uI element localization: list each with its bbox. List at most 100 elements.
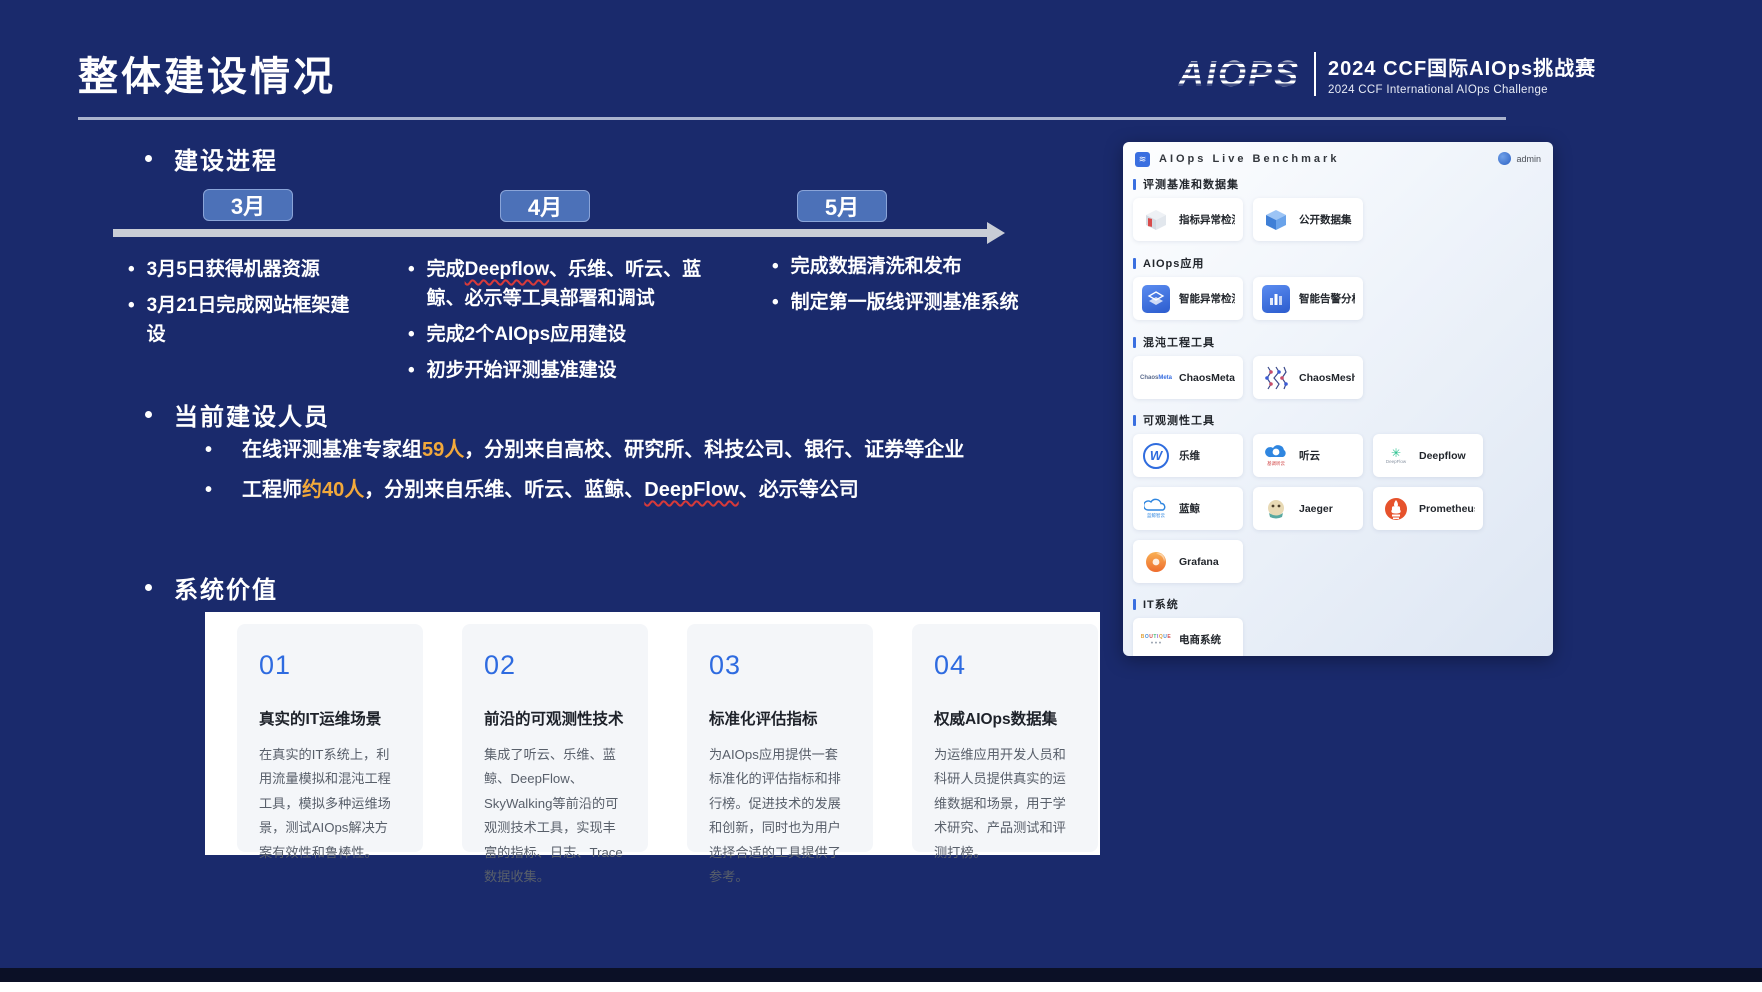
aiops-brand-logo: AIOPS — [1178, 53, 1300, 95]
benchmark-section: 可观测性工具 W 乐维 基调听云 听云 ✳DeepFlow Deepflow 蓝… — [1133, 412, 1543, 583]
text-segment: ，分别来自乐维、听云、蓝鲸、 — [364, 479, 644, 501]
benchmark-card-metric-benchmark[interactable]: 指标异常检测评... — [1133, 198, 1243, 241]
alert-analysis-icon — [1262, 285, 1290, 313]
section-accent-bar — [1133, 258, 1136, 269]
benchmark-card-label: Deepflow — [1419, 450, 1466, 462]
slide-background: 整体建设情况 AIOPS 2024 CCF国际AIOps挑战赛 2024 CCF… — [0, 0, 1762, 968]
section-heading-value: 系统价值 — [145, 570, 278, 605]
benchmark-card-label: 蓝鲸 — [1179, 501, 1200, 516]
text-segment: Deepflow — [465, 259, 549, 280]
benchmark-section: 评测基准和数据集 指标异常检测评... 公开数据集 — [1133, 176, 1543, 241]
value-card: 04 权威AIOps数据集 为运维应用开发人员和科研人员提供真实的运维数据和场景… — [912, 624, 1098, 852]
team-list: •在线评测基准专家组59人，分别来自高校、研究所、科技公司、银行、证券等企业•工… — [205, 436, 1205, 516]
challenge-title-en: 2024 CCF International AIOps Challenge — [1328, 84, 1596, 96]
prometheus-logo-icon — [1383, 496, 1409, 522]
section-heading-label: 建设进程 — [174, 141, 278, 176]
benchmark-card-public-dataset[interactable]: 公开数据集 — [1253, 198, 1363, 241]
benchmark-card-chaosmesh[interactable]: ChaosMesh — [1253, 356, 1363, 399]
benchmark-card-grid: 智能异常检测 智能告警分析 — [1133, 277, 1543, 320]
challenge-logo: AIOPS 2024 CCF国际AIOps挑战赛 2024 CCF Intern… — [1178, 52, 1596, 96]
benchmark-card-grid: ChaosMeta ChaosMeta ChaosMesh — [1133, 356, 1543, 399]
aiops-benchmark-window: ≋ AIOps Live Benchmark admin 评测基准和数据集 指标… — [1123, 142, 1553, 656]
bullet: • — [205, 436, 212, 464]
benchmark-card-label: 电商系统 — [1179, 632, 1221, 647]
milestone-column-may: •完成数据清洗和发布 • 制定第一版线评测基准系统 — [772, 252, 1052, 324]
benchmark-card-lewei[interactable]: W 乐维 — [1133, 434, 1243, 477]
boutique-dots: ● ● ● — [1151, 641, 1162, 646]
value-card: 03 标准化评估指标 为AIOps应用提供一套标准化的评估指标和排行榜。促进技术… — [687, 624, 873, 852]
milestone-column-april: •完成Deepflow、乐维、听云、蓝鲸、必示等工具部署和调试•完成2个AIOp… — [408, 255, 718, 392]
bullet: • — [205, 476, 212, 504]
benchmark-card-chaosmeta[interactable]: ChaosMeta ChaosMeta — [1133, 356, 1243, 399]
benchmark-card-label: 听云 — [1299, 448, 1320, 463]
deepflow-logo-icon: ✳ — [1391, 447, 1401, 459]
grafana-logo-icon — [1143, 549, 1169, 575]
avatar[interactable] — [1498, 152, 1511, 165]
benchmark-card-grafana[interactable]: Grafana — [1133, 540, 1243, 583]
benchmark-section-label: IT系统 — [1133, 596, 1543, 612]
text-segment: ，分别来自高校、研究所、科技公司、银行、证券等企业 — [464, 439, 964, 461]
text-segment: 3月5日获得机器资源 — [147, 259, 320, 280]
benchmark-card-label: Prometheus — [1419, 503, 1475, 515]
benchmark-card-label: 智能告警分析 — [1299, 291, 1355, 306]
value-card: 02 前沿的可观测性技术 集成了听云、乐维、蓝鲸、DeepFlow、SkyWal… — [462, 624, 648, 852]
text-segment: DeepFlow — [644, 479, 738, 501]
milestone-item: •初步开始评测基准建设 — [408, 356, 718, 385]
text-segment: 59人 — [422, 439, 464, 461]
text-segment: 工程师 — [242, 479, 302, 501]
logo-divider — [1314, 52, 1316, 96]
text-segment: 约40人 — [302, 479, 364, 501]
milestone-item: •完成2个AIOps应用建设 — [408, 320, 718, 349]
benchmark-card-grid: 指标异常检测评... 公开数据集 — [1133, 198, 1543, 241]
bullet: • — [408, 320, 415, 349]
bullet: • — [772, 288, 779, 317]
benchmark-card-prometheus[interactable]: Prometheus — [1373, 487, 1483, 530]
page-title: 整体建设情况 — [78, 44, 336, 102]
value-card: 01 真实的IT运维场景 在真实的IT系统上，利用流量模拟和混沌工程工具，模拟多… — [237, 624, 423, 852]
user-menu[interactable]: admin — [1498, 152, 1541, 165]
benchmark-card-label: 公开数据集 — [1299, 212, 1352, 227]
value-card-body: 为运维应用开发人员和科研人员提供真实的运维数据和场景，用于学术研究、产品测试和评… — [934, 743, 1076, 865]
benchmark-card-tingyun[interactable]: 基调听云 听云 — [1253, 434, 1363, 477]
benchmark-card-anomaly-detection[interactable]: 智能异常检测 — [1133, 277, 1243, 320]
bullet: • — [408, 356, 415, 385]
benchmark-card-label: Grafana — [1179, 556, 1219, 568]
benchmark-title: AIOps Live Benchmark — [1159, 153, 1339, 165]
milestone-item: •完成Deepflow、乐维、听云、蓝鲸、必示等工具部署和调试 — [408, 255, 718, 313]
value-card-title: 标准化评估指标 — [709, 707, 851, 729]
benchmark-card-lanjing[interactable]: 蓝鲸智云 蓝鲸 — [1133, 487, 1243, 530]
text-segment: 完成 — [427, 259, 465, 280]
value-card-number: 03 — [709, 650, 851, 681]
benchmark-card-deepflow[interactable]: ✳DeepFlow Deepflow — [1373, 434, 1483, 477]
boutique-logo-icon: BOUTIQUE — [1141, 634, 1171, 640]
section-accent-bar — [1133, 599, 1136, 610]
benchmark-card-alert-analysis[interactable]: 智能告警分析 — [1253, 277, 1363, 320]
benchmark-card-boutique[interactable]: BOUTIQUE● ● ● 电商系统 — [1133, 618, 1243, 656]
milestone-item: •完成数据清洗和发布 — [772, 252, 1052, 281]
section-heading-label: 系统价值 — [174, 570, 278, 605]
benchmark-section: IT系统 BOUTIQUE● ● ● 电商系统 — [1133, 596, 1543, 656]
tingyun-wordmark: 基调听云 — [1267, 462, 1285, 467]
challenge-title-cn: 2024 CCF国际AIOps挑战赛 — [1328, 52, 1596, 81]
anomaly-detection-icon — [1142, 285, 1170, 313]
benchmark-section-label: 混沌工程工具 — [1133, 334, 1543, 350]
benchmark-section-label: 评测基准和数据集 — [1133, 176, 1543, 192]
value-card-number: 04 — [934, 650, 1076, 681]
public-dataset-icon — [1263, 207, 1289, 233]
lewei-logo-icon: W — [1143, 443, 1169, 469]
tingyun-logo-icon — [1265, 444, 1287, 461]
benchmark-section-label: AIOps应用 — [1133, 255, 1543, 271]
section-heading-team: 当前建设人员 — [145, 397, 330, 432]
value-cards-panel: 01 真实的IT运维场景 在真实的IT系统上，利用流量模拟和混沌工程工具，模拟多… — [205, 612, 1100, 855]
text-segment: 制定第一版线评测基准系统 — [791, 292, 1019, 313]
bullet: • — [408, 255, 415, 313]
benchmark-card-jaeger[interactable]: Jaeger — [1253, 487, 1363, 530]
team-item: •工程师约40人，分别来自乐维、听云、蓝鲸、DeepFlow、必示等公司 — [205, 476, 1205, 504]
benchmark-card-label: ChaosMesh — [1299, 372, 1355, 384]
value-card-body: 在真实的IT系统上，利用流量模拟和混沌工程工具，模拟多种运维场景，测试AIOps… — [259, 743, 401, 865]
month-badge-may: 5月 — [797, 190, 887, 222]
bottom-bar — [0, 968, 1762, 982]
section-accent-bar — [1133, 179, 1136, 190]
value-card-title: 前沿的可观测性技术 — [484, 707, 626, 729]
lanjing-wordmark: 蓝鲸智云 — [1147, 514, 1165, 519]
